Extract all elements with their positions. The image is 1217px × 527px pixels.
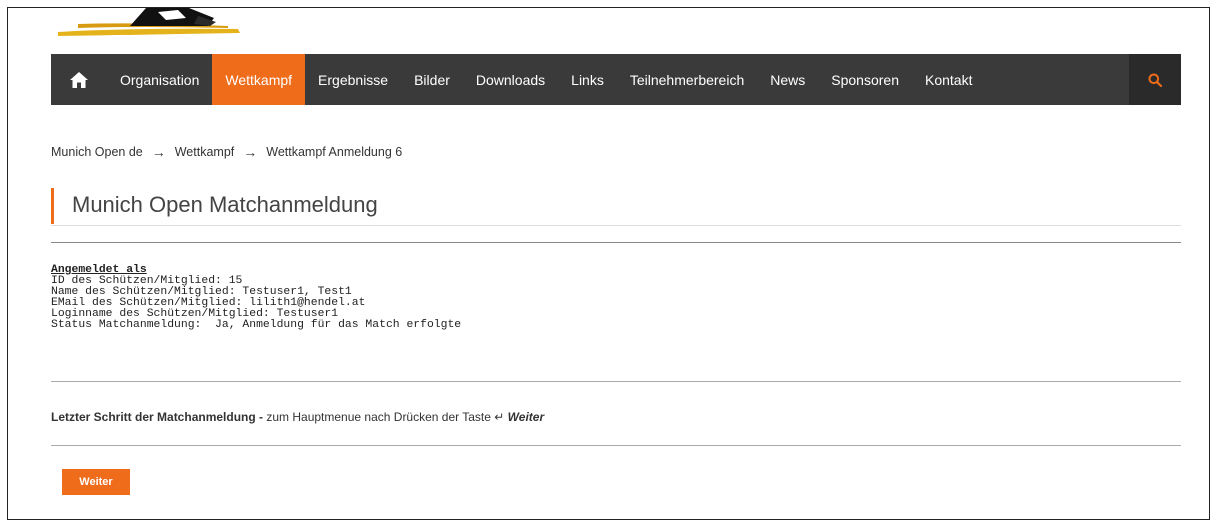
info-line-status: Status Matchanmeldung: Ja, Anmeldung für… [51, 319, 462, 331]
nav-item-ergebnisse[interactable]: Ergebnisse [305, 54, 401, 105]
divider [51, 445, 1181, 446]
divider [51, 242, 1181, 243]
nav-item-news[interactable]: News [757, 54, 818, 105]
main-nav: Organisation Wettkampf Ergebnisse Bilder… [51, 54, 1181, 105]
divider [51, 381, 1181, 382]
nav-item-kontakt[interactable]: Kontakt [912, 54, 985, 105]
enter-key-icon: ↵ [494, 410, 505, 424]
breadcrumb: Munich Open de → Wettkampf → Wettkampf A… [51, 144, 402, 160]
instruction-text: Letzter Schritt der Matchanmeldung - zum… [51, 410, 544, 424]
breadcrumb-item-home[interactable]: Munich Open de [51, 145, 143, 159]
nav-home-button[interactable] [51, 54, 107, 105]
breadcrumb-arrow-icon: → [151, 144, 166, 160]
title-accent-bar [51, 188, 54, 224]
nav-item-downloads[interactable]: Downloads [463, 54, 558, 105]
search-icon [1148, 73, 1162, 87]
home-icon [70, 71, 88, 88]
breadcrumb-item-wettkampf[interactable]: Wettkampf [175, 145, 235, 159]
instruction-strong: Letzter Schritt der Matchanmeldung - [51, 410, 264, 424]
nav-item-wettkampf[interactable]: Wettkampf [212, 54, 306, 105]
instruction-body: zum Hauptmenue nach Drücken der Taste [263, 410, 495, 424]
nav-item-teilnehmerbereich[interactable]: Teilnehmerbereich [617, 54, 757, 105]
nav-item-organisation[interactable]: Organisation [107, 54, 212, 105]
instruction-key: Weiter [507, 410, 545, 424]
breadcrumb-item-current: Wettkampf Anmeldung 6 [266, 145, 403, 159]
breadcrumb-arrow-icon: → [243, 144, 258, 160]
nav-search-button[interactable] [1129, 54, 1181, 105]
page-frame: Organisation Wettkampf Ergebnisse Bilder… [7, 7, 1210, 520]
nav-item-bilder[interactable]: Bilder [401, 54, 463, 105]
logo [58, 8, 240, 36]
nav-item-sponsoren[interactable]: Sponsoren [818, 54, 912, 105]
registration-info: Angemeldet als ID des Schützen/Mitglied:… [51, 264, 462, 331]
page-title: Munich Open Matchanmeldung [72, 192, 378, 217]
page-title-block: Munich Open Matchanmeldung [51, 188, 1181, 226]
weiter-button[interactable]: Weiter [62, 469, 130, 495]
nav-item-links[interactable]: Links [558, 54, 617, 105]
